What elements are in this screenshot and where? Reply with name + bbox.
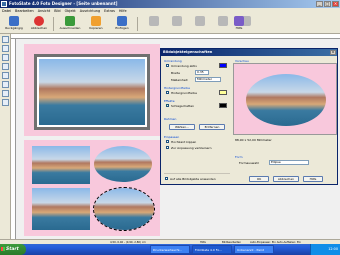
breite-input[interactable]: 0.35 <box>195 70 209 75</box>
left-toolbox <box>0 34 11 239</box>
taskbar-task-2[interactable]: FotoSlate 4.0 Fo... <box>192 245 232 254</box>
masseinheit-select[interactable]: Millimeter <box>195 77 221 82</box>
dialog-close-button[interactable]: x <box>330 50 336 55</box>
zur-anpassung-checkbox[interactable] <box>166 146 169 149</box>
section-hintergrundfarbe: Hintergrundfarbe <box>164 86 190 90</box>
paste-icon <box>117 16 127 26</box>
shape-tool-icon[interactable] <box>2 63 9 70</box>
section-rahmen: Rahmen <box>164 117 177 121</box>
photo-venice-4-selected[interactable] <box>93 187 155 231</box>
image-tool-icon[interactable] <box>2 45 9 52</box>
umrandung-checkbox[interactable] <box>166 64 169 67</box>
preview-panel <box>233 63 337 135</box>
text-tool-icon[interactable] <box>2 54 9 61</box>
hochkant-label: Hochkant kippen <box>171 140 197 144</box>
hintergrund-checkbox[interactable] <box>166 91 169 94</box>
undo-button[interactable]: Ruckgängig <box>1 15 27 33</box>
title-bar: FotoSlate 4.0 Foto Designer - [Seite unb… <box>0 0 340 8</box>
ok-button[interactable]: OK <box>249 176 269 182</box>
copy-icon <box>91 16 101 26</box>
hochkant-checkbox[interactable] <box>166 140 169 143</box>
rahmen-entfernen-button[interactable]: Entfernen <box>199 124 225 130</box>
hintergrund-color-swatch[interactable] <box>219 90 227 95</box>
zur-anpassung-label: Zur Anpassung verkleinern <box>171 146 212 150</box>
hintergrund-label: Hintergrundfarbe <box>171 91 197 95</box>
schatten-color-swatch[interactable] <box>219 103 227 108</box>
system-tray-clock: 12:00 <box>310 244 340 255</box>
help-icon <box>234 16 244 26</box>
auf-alle-label: Auf alle Bildobjekte anwenden <box>170 177 216 181</box>
schlagschatten-label: Schlagschatten <box>171 104 195 108</box>
undo-icon <box>9 16 19 26</box>
paste-button[interactable]: Einfügen <box>109 15 135 33</box>
cancel-icon <box>34 16 44 26</box>
cut-icon <box>65 16 75 26</box>
page-1[interactable] <box>24 44 160 136</box>
umrandung-color-swatch[interactable] <box>219 63 227 68</box>
app-icon <box>1 1 7 7</box>
toolbar-separator <box>137 17 138 31</box>
toolbar-separator <box>53 17 54 31</box>
section-umrandung: Umrandung <box>164 59 182 63</box>
cancel-tool-button[interactable]: Abbrechen <box>26 15 52 33</box>
rahmen-waehlen-button[interactable]: Wählen... <box>169 124 195 130</box>
cut-button[interactable]: Ausschneiden <box>57 15 83 33</box>
dialog-title: Bildobjekteigenschaften <box>161 49 337 56</box>
taskbar-task-1[interactable]: Druckerwarteschl... <box>150 245 190 254</box>
masseinheit-label: Maßeinheit <box>171 78 188 82</box>
form-select[interactable]: Ellipse <box>269 160 309 165</box>
copy-button[interactable]: Kopieren <box>83 15 109 33</box>
select-tool-icon[interactable] <box>2 36 9 43</box>
rotate-left-icon <box>149 16 159 26</box>
heart-tool-icon[interactable] <box>2 81 9 88</box>
flip-icon <box>195 16 205 26</box>
star-tool-icon[interactable] <box>2 72 9 79</box>
dialog-cancel-button[interactable]: Abbrechen <box>273 176 299 182</box>
dialog-divider <box>164 173 230 174</box>
photo-venice-3[interactable] <box>32 188 90 230</box>
help-tool-button[interactable]: Hilfe <box>226 15 252 33</box>
rotate-right-icon <box>172 16 182 26</box>
breite-label: Breite <box>171 71 180 75</box>
minimize-button[interactable]: _ <box>316 1 323 7</box>
toolbar: Ruckgängig Abbrechen Ausschneiden Kopier… <box>0 14 340 34</box>
photo-frame[interactable] <box>34 54 150 130</box>
form-label: Formauswahl <box>239 161 259 165</box>
calendar-tool-icon[interactable] <box>2 90 9 97</box>
schlagschatten-checkbox[interactable] <box>166 103 169 107</box>
window-title: FotoSlate 4.0 Foto Designer - [Seite unb… <box>9 1 118 6</box>
auf-alle-checkbox[interactable] <box>165 177 168 180</box>
photo-venice-large[interactable] <box>39 59 145 125</box>
photo-venice-1[interactable] <box>32 146 90 184</box>
frame-tool-icon[interactable] <box>2 99 9 106</box>
taskbar: Start Druckerwarteschl... FotoSlate 4.0 … <box>0 244 340 255</box>
dialog-help-button[interactable]: Hilfe <box>303 176 323 182</box>
preview-photo <box>246 74 326 126</box>
umrandung-label: Umrandung aktiv <box>171 64 198 68</box>
preview-size-label: 88,90 x 52,00 Millimeter <box>235 138 272 142</box>
taskbar-task-3[interactable]: Unbenannt - Paint <box>234 245 274 254</box>
section-form: Form <box>235 155 243 159</box>
photo-venice-2[interactable] <box>94 146 152 182</box>
start-button[interactable]: Start <box>0 244 26 255</box>
section-einpassen: Einpassen <box>164 135 180 139</box>
maximize-button[interactable]: □ <box>324 1 331 7</box>
close-button[interactable]: × <box>332 1 339 7</box>
page-2[interactable] <box>24 140 160 236</box>
image-properties-dialog: Bildobjekteigenschaften x Umrandung Umra… <box>160 48 338 185</box>
